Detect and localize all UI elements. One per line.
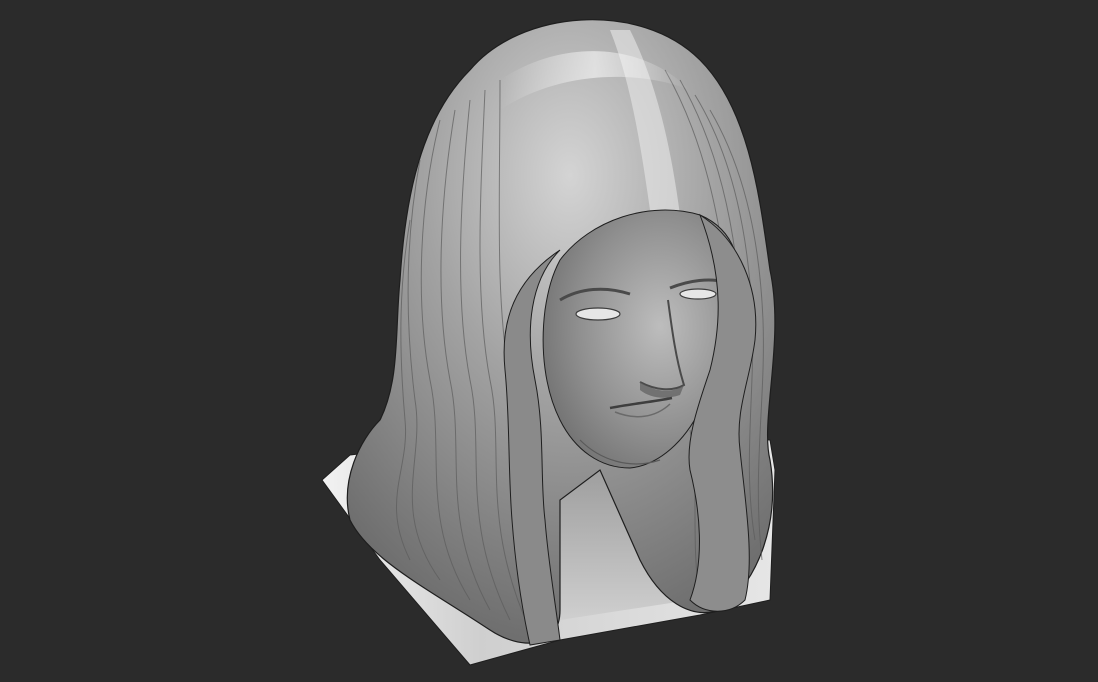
bust-render bbox=[321, 19, 776, 666]
3d-viewport[interactable] bbox=[0, 0, 1098, 682]
left-eye bbox=[575, 307, 621, 321]
right-eye bbox=[679, 288, 717, 300]
